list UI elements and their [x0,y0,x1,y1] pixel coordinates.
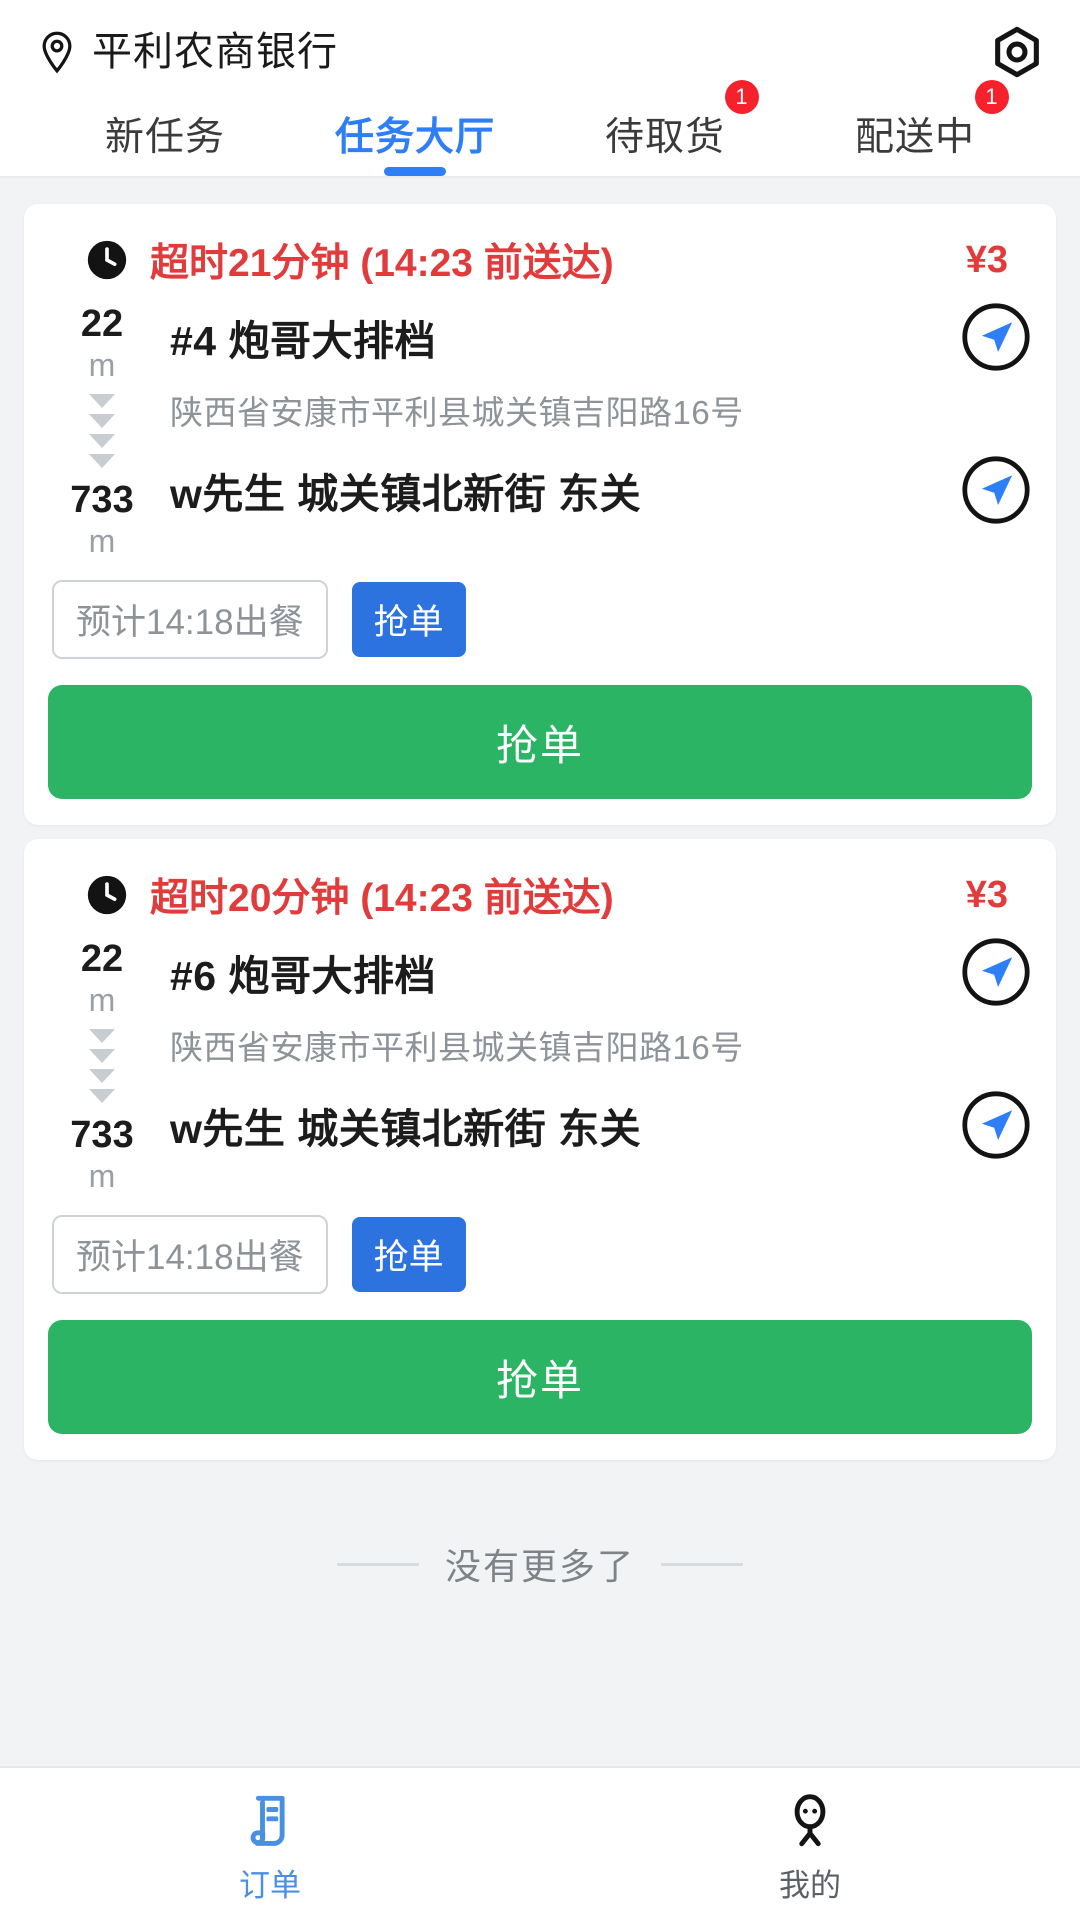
grab-order-button[interactable]: 抢单 [48,1320,1032,1434]
pickup-distance-unit: m [88,982,116,1018]
dropoff-distance-value: 733 [70,1114,134,1156]
tab-label: 待取货 1 [605,80,759,162]
tab-badge: 1 [975,80,1009,114]
header-top-row: 平利农商银行 [34,20,1046,84]
navigate-arrow-icon[interactable] [960,454,1032,526]
divider-line [336,1562,419,1566]
pickup-distance-value: 22 [80,938,124,980]
pickup-title: #6 炮哥大排档 [170,953,436,999]
dropoff-title: w先生 城关镇北新街 东关 [170,471,642,517]
order-card[interactable]: 超时21分钟 (14:23 前送达) ¥3 22 m 733 m #4 炮哥大排… [24,204,1056,825]
dropoff-row: w先生 城关镇北新街 东关 [170,442,1032,538]
order-meta-row: 预计14:18出餐 抢单 [48,1215,1032,1294]
tab-active-underline [384,167,446,176]
grab-order-button[interactable]: 抢单 [48,685,1032,799]
list-end-text: 没有更多了 [444,1546,635,1587]
tabbar-item-orders[interactable]: 订单 [0,1768,540,1920]
pickup-address-row: 陕西省安康市平利县城关镇吉阳路16号 [170,1011,1032,1077]
order-price: ¥3 [965,873,1008,916]
navigate-arrow-icon[interactable] [960,936,1032,1008]
chevron-down-icon [89,1069,115,1083]
order-route: 22 m 733 m #4 炮哥大排档 陕西省安康市平利县城关镇吉阳路16号 w… [48,298,1032,560]
grab-chip-button[interactable]: 抢单 [351,1217,466,1292]
route-arrows [89,1029,115,1103]
route-arrows [89,394,115,468]
dropoff-row: w先生 城关镇北新街 东关 [170,1077,1032,1173]
chevron-down-icon [89,454,115,468]
overdue-status: 超时20分钟 (14:23 前送达) [150,877,614,920]
order-card[interactable]: 超时20分钟 (14:23 前送达) ¥3 22 m 733 m #6 炮哥大排… [24,839,1056,1460]
divider-line [661,1562,743,1566]
tabbar-label: 订单 [239,1867,301,1903]
pickup-address: 陕西省安康市平利县城关镇吉阳路16号 [170,394,744,431]
pickup-row: #4 炮哥大排档 [170,298,1032,376]
route-detail-column: #6 炮哥大排档 陕西省安康市平利县城关镇吉阳路16号 w先生 城关镇北新街 东… [156,933,1032,1195]
dropoff-distance-unit: m [88,523,116,559]
overdue-status: 超时21分钟 (14:23 前送达) [150,242,614,285]
tab-label: 配送中 1 [855,80,1009,162]
chevron-down-icon [89,1029,115,1043]
order-meta-row: 预计14:18出餐 抢单 [48,580,1032,659]
order-card-header: 超时21分钟 (14:23 前送达) ¥3 [48,222,1032,298]
tab-new-task[interactable]: 新任务 [40,106,290,176]
tab-label: 任务大厅 [334,116,495,159]
chevron-down-icon [89,394,115,408]
tab-pending-pickup[interactable]: 待取货 1 [540,80,790,176]
dropoff-distance-unit: m [88,1158,116,1194]
list-end-indicator: 没有更多了 [0,1538,1080,1590]
top-tabs: 新任务 任务大厅 待取货 1 配送中 1 [34,80,1046,176]
pickup-distance-value: 22 [80,303,124,345]
eta-label: 预计14:18出餐 [52,1215,328,1294]
navigate-arrow-icon[interactable] [960,1089,1032,1161]
tab-label: 新任务 [104,116,225,159]
clock-icon [84,237,130,283]
app-header: 平利农商银行 新任务 任务大厅 待取货 1 配送中 1 [0,0,1080,176]
pickup-distance-unit: m [88,347,116,383]
grab-chip-button[interactable]: 抢单 [351,582,466,657]
tab-task-hall[interactable]: 任务大厅 [290,106,540,176]
tab-badge: 1 [725,80,759,114]
shop-name: 平利农商银行 [92,30,338,74]
chevron-down-icon [89,1049,115,1063]
tabbar-item-profile[interactable]: 我的 [540,1768,1080,1920]
route-detail-column: #4 炮哥大排档 陕西省安康市平利县城关镇吉阳路16号 w先生 城关镇北新街 东… [156,298,1032,560]
bottom-tab-bar: 订单 我的 [0,1766,1080,1920]
receipt-icon [239,1790,301,1852]
order-route: 22 m 733 m #6 炮哥大排档 陕西省安康市平利县城关镇吉阳路16号 w… [48,933,1032,1195]
tab-delivering[interactable]: 配送中 1 [790,80,1040,176]
pickup-title: #4 炮哥大排档 [170,318,436,364]
tabbar-label: 我的 [779,1867,841,1903]
eta-label: 预计14:18出餐 [52,580,328,659]
dropoff-distance-value: 733 [70,479,134,521]
clock-icon [84,872,130,918]
chevron-down-icon [89,434,115,448]
order-card-header: 超时20分钟 (14:23 前送达) ¥3 [48,857,1032,933]
order-price: ¥3 [965,238,1008,281]
chevron-down-icon [89,1089,115,1103]
pickup-row: #6 炮哥大排档 [170,933,1032,1011]
route-distance-column: 22 m 733 m [48,933,156,1195]
chevron-down-icon [89,414,115,428]
order-list[interactable]: 超时21分钟 (14:23 前送达) ¥3 22 m 733 m #4 炮哥大排… [0,180,1080,1766]
person-icon [779,1790,841,1852]
settings-target-icon[interactable] [988,23,1046,81]
navigate-arrow-icon[interactable] [960,301,1032,373]
app-root: 平利农商银行 新任务 任务大厅 待取货 1 配送中 1 超时21分钟 (14:2… [0,0,1080,1920]
dropoff-title: w先生 城关镇北新街 东关 [170,1106,642,1152]
location-pin-icon [34,29,80,75]
pickup-address: 陕西省安康市平利县城关镇吉阳路16号 [170,1029,744,1066]
route-distance-column: 22 m 733 m [48,298,156,560]
pickup-address-row: 陕西省安康市平利县城关镇吉阳路16号 [170,376,1032,442]
